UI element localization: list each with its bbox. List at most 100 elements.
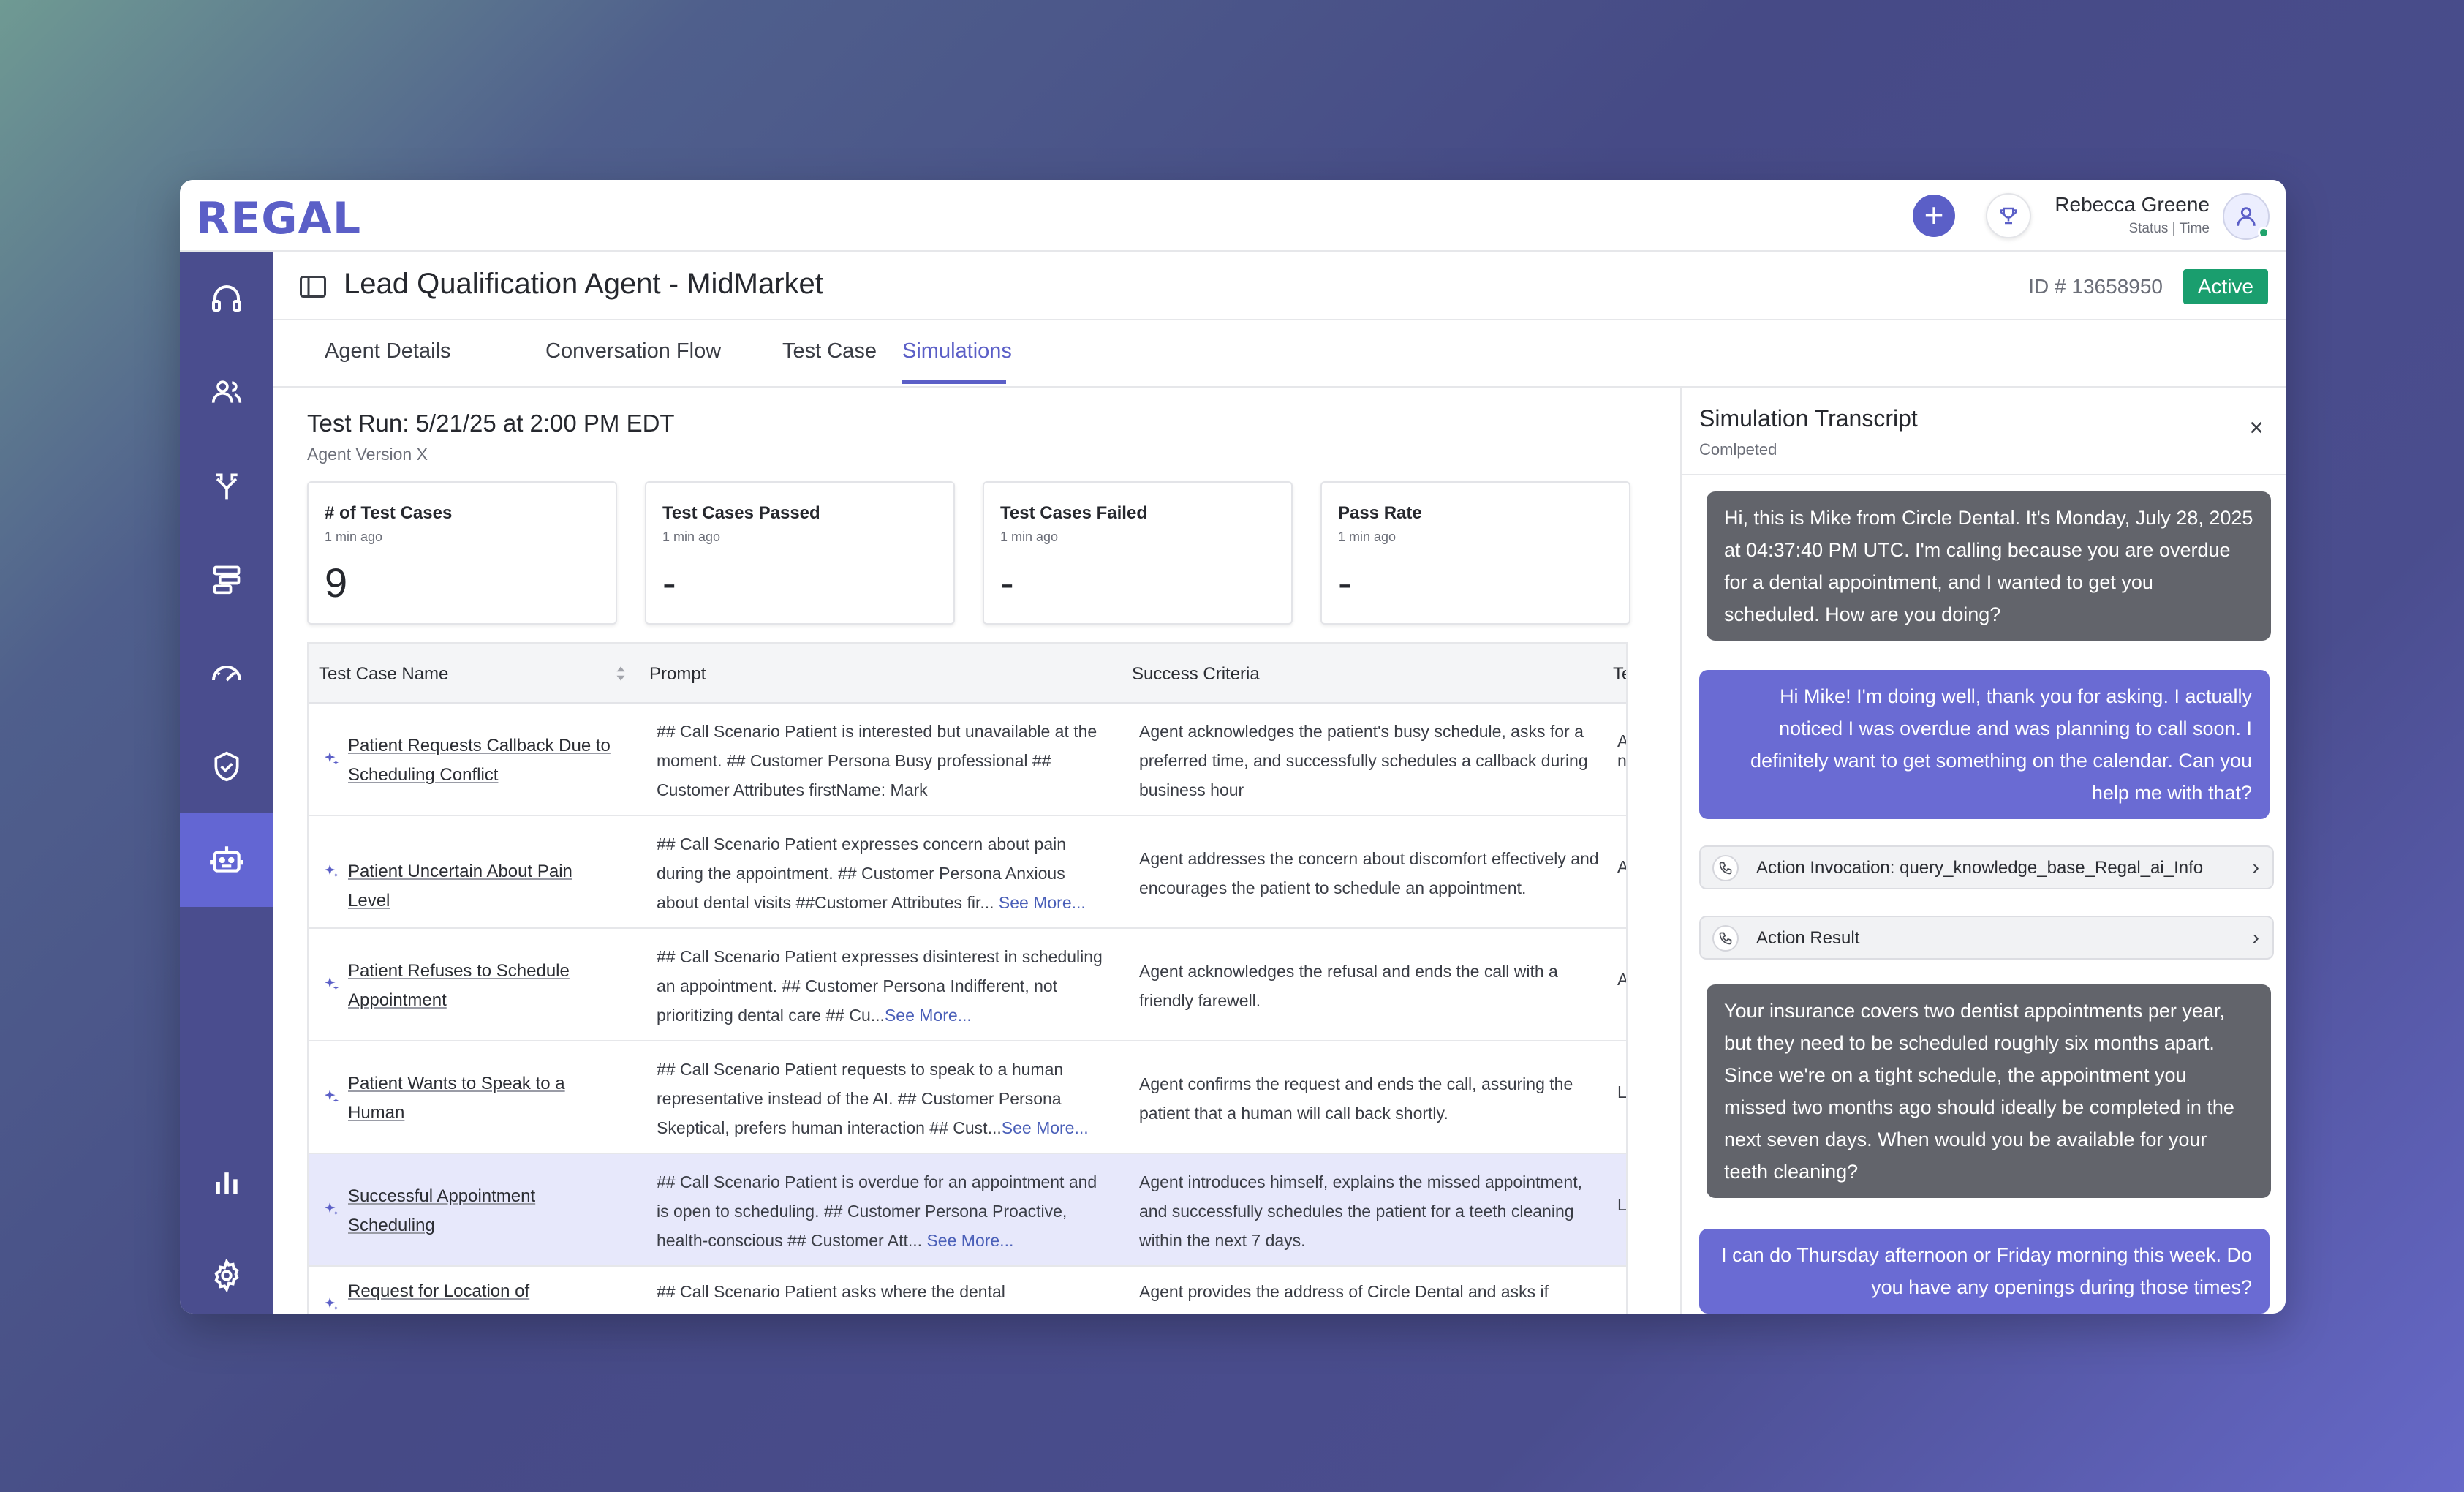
test-cases-table: Test Case Name Prompt Success Criteria T… (307, 642, 1628, 1314)
test-case-name-link[interactable]: Successful Appointment Scheduling (348, 1182, 611, 1240)
online-status-dot (2258, 227, 2270, 238)
phone-icon (1712, 855, 1739, 881)
stat-card-total: # of Test Cases 1 min ago 9 (307, 481, 617, 625)
see-more-link[interactable]: See More... (885, 1006, 972, 1025)
gauge-icon (212, 666, 241, 682)
stat-label: Test Cases Failed (1000, 503, 1147, 523)
workflow-icon (213, 565, 241, 595)
agent-id: ID # 13658950 (2028, 275, 2163, 298)
tab-test-case[interactable]: Test Case (782, 339, 877, 363)
prompt-body: ## Call Scenario Patient expresses disin… (657, 947, 1103, 1025)
add-button[interactable]: + (1913, 195, 1955, 237)
prompt-text: ## Call Scenario Patient expresses conce… (657, 829, 1103, 917)
see-more-link[interactable]: See More... (926, 1231, 1013, 1250)
sidebar-item-contacts[interactable] (180, 345, 273, 439)
robot-icon (210, 846, 243, 873)
column-header-name[interactable]: Test Case Name (319, 664, 448, 685)
transcript-title: Simulation Transcript (1699, 405, 1918, 432)
table-row[interactable]: Patient Uncertain About Pain Level ## Ca… (309, 816, 1626, 929)
truncated-cell: A (1617, 970, 1628, 989)
stat-label: Pass Rate (1338, 503, 1422, 523)
table-row[interactable]: Patient Wants to Speak to a Human ## Cal… (309, 1041, 1627, 1154)
sidebar-item-ai-agents[interactable] (180, 813, 273, 907)
action-invocation-row[interactable]: Action Invocation: query_knowledge_base_… (1699, 845, 2274, 889)
test-case-name-link[interactable]: Patient Uncertain About Pain Level (348, 857, 611, 916)
sparkle-icon (323, 863, 339, 883)
sparkle-icon (323, 976, 339, 995)
stat-label: # of Test Cases (325, 503, 453, 523)
simulations-main: Test Run: 5/21/25 at 2:00 PM EDT Agent V… (273, 388, 1680, 1314)
sidebar-item-calls[interactable] (180, 252, 273, 345)
sidebar (180, 252, 273, 1314)
table-row-selected[interactable]: Successful Appointment Scheduling ## Cal… (309, 1154, 1626, 1267)
prompt-text: ## Call Scenario Patient expresses disin… (657, 942, 1103, 1030)
bar-chart-icon (216, 1172, 238, 1194)
agent-message: Hi, this is Mike from Circle Dental. It'… (1707, 491, 2271, 641)
truncated-cell: A n (1617, 731, 1628, 770)
table-header: Test Case Name Prompt Success Criteria T… (309, 644, 1626, 704)
stat-label: Test Cases Passed (662, 503, 820, 523)
criteria-text: Agent provides the address of Circle Den… (1139, 1282, 1549, 1301)
action-label: Action Result (1756, 928, 1860, 948)
trophy-icon[interactable] (1986, 193, 2031, 238)
test-case-name-link[interactable]: Patient Requests Callback Due to Schedul… (348, 731, 611, 790)
criteria-text: Agent confirms the request and ends the … (1139, 1074, 1573, 1123)
column-header-prompt[interactable]: Prompt (649, 664, 706, 685)
stat-card-passed: Test Cases Passed 1 min ago - (645, 481, 955, 625)
table-row[interactable]: Patient Refuses to Schedule Appointment … (309, 929, 1628, 1041)
panel-divider (1682, 474, 2286, 475)
close-icon[interactable]: × (2249, 414, 2264, 442)
headset-icon (212, 285, 241, 312)
simulation-transcript-panel: Simulation Transcript Comlpeted × Hi, th… (1680, 388, 2286, 1314)
active-tab-indicator (902, 380, 1006, 384)
user-status[interactable]: Status | Time (2128, 221, 2210, 237)
page-title: Lead Qualification Agent - MidMarket (344, 268, 823, 300)
sidebar-item-settings[interactable] (180, 1229, 273, 1314)
criteria-text: Agent acknowledges the patient's busy sc… (1139, 722, 1588, 799)
branch-icon (216, 473, 238, 500)
prompt-body: ## Call Scenario Patient is interested b… (657, 722, 1097, 799)
prompt-body: ## Call Scenario Patient is overdue for … (657, 1172, 1097, 1250)
tab-conversation-flow[interactable]: Conversation Flow (545, 339, 721, 363)
column-header-criteria[interactable]: Success Criteria (1132, 664, 1260, 685)
user-message: Hi Mike! I'm doing well, thank you for a… (1699, 670, 2270, 819)
stat-time: 1 min ago (662, 530, 721, 544)
sidebar-item-workflows[interactable] (180, 532, 273, 626)
column-header-next[interactable]: Te (1613, 664, 1626, 685)
test-case-name-link[interactable]: Patient Refuses to Schedule Appointment (348, 957, 611, 1015)
sparkle-icon (323, 750, 339, 770)
status-badge: Active (2183, 269, 2268, 304)
sidebar-item-journeys[interactable] (180, 439, 273, 532)
tab-agent-details[interactable]: Agent Details (325, 339, 451, 363)
test-case-name-link[interactable]: Patient Wants to Speak to a Human (348, 1069, 611, 1128)
truncated-cell: L (1617, 1082, 1627, 1101)
see-more-link[interactable]: See More... (1002, 1118, 1089, 1137)
stat-value: 9 (325, 560, 348, 606)
sidebar-item-performance[interactable] (180, 626, 273, 720)
sidebar-item-reports[interactable] (180, 1135, 273, 1229)
sort-icon[interactable] (616, 666, 626, 685)
regal-logo[interactable]: REGAL (196, 193, 361, 244)
action-result-row[interactable]: Action Result › (1699, 916, 2274, 960)
sidebar-toggle-icon[interactable] (300, 275, 326, 302)
prompt-text: ## Call Scenario Patient asks where the … (657, 1277, 1103, 1306)
test-case-name-link[interactable]: Request for Location of (348, 1277, 611, 1306)
prompt-text: ## Call Scenario Patient is overdue for … (657, 1167, 1103, 1255)
table-row[interactable]: Request for Location of ## Call Scenario… (309, 1267, 1626, 1314)
table-row[interactable]: Patient Requests Callback Due to Schedul… (309, 704, 1628, 816)
see-more-link[interactable]: See More... (999, 893, 1086, 912)
stat-time: 1 min ago (1338, 530, 1397, 544)
sidebar-item-compliance[interactable] (180, 720, 273, 813)
stat-value: - (1000, 560, 1014, 606)
tab-simulations[interactable]: Simulations (902, 339, 1012, 363)
user-icon (2237, 207, 2256, 226)
phone-icon (1712, 925, 1739, 952)
agent-message: Your insurance covers two dentist appoin… (1707, 984, 2271, 1198)
user-name: Rebecca Greene (2055, 193, 2210, 216)
tab-bar: Agent Details Conversation Flow Test Cas… (273, 320, 2286, 388)
sparkle-icon (323, 1088, 339, 1108)
stat-value: - (662, 560, 676, 606)
stat-card-pass-rate: Pass Rate 1 min ago - (1320, 481, 1630, 625)
stat-card-failed: Test Cases Failed 1 min ago - (983, 481, 1293, 625)
criteria-text: Agent addresses the concern about discom… (1139, 849, 1599, 897)
